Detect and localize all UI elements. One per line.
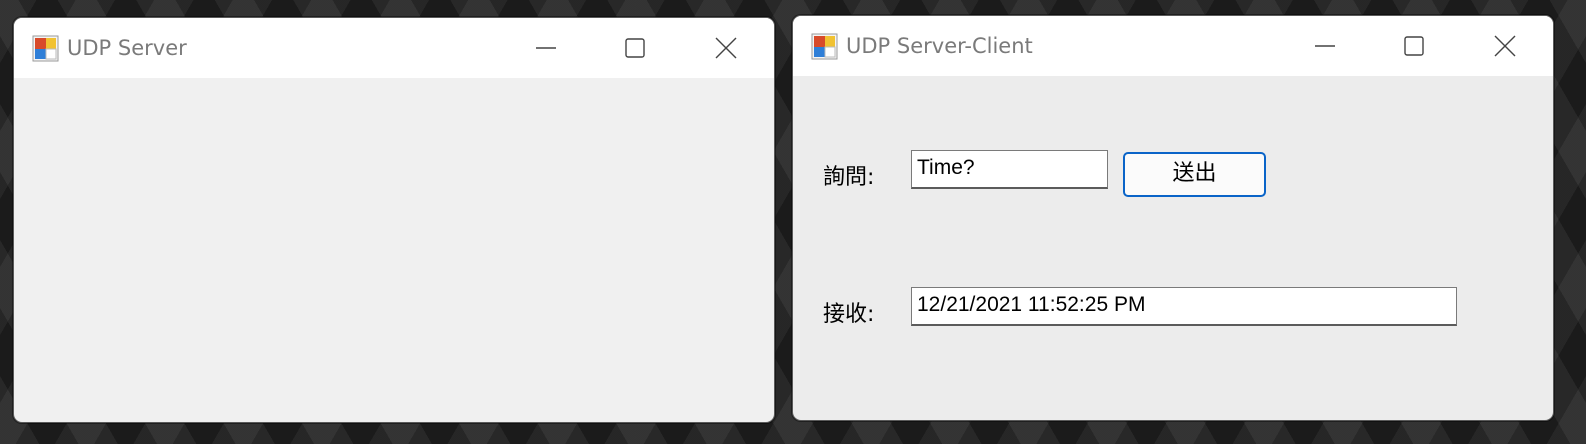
client-area: 詢問: Time? 送出 接收: 12/21/2021 11:52:25 PM bbox=[793, 76, 1553, 420]
titlebar[interactable]: UDP Server-Client bbox=[793, 16, 1553, 76]
client-area bbox=[14, 78, 774, 422]
minimize-icon bbox=[536, 47, 556, 49]
minimize-icon bbox=[1315, 45, 1335, 47]
window-title: UDP Server bbox=[67, 36, 187, 60]
close-button[interactable] bbox=[706, 30, 746, 66]
query-input[interactable]: Time? bbox=[911, 150, 1108, 189]
query-label: 詢問: bbox=[823, 165, 875, 190]
maximize-icon bbox=[1404, 36, 1424, 56]
send-button[interactable]: 送出 bbox=[1123, 152, 1266, 197]
app-icon[interactable] bbox=[32, 35, 59, 62]
udp-client-window: UDP Server-Client 詢問: Time? 送出 接收: 12/21… bbox=[792, 15, 1554, 421]
receive-output[interactable]: 12/21/2021 11:52:25 PM bbox=[911, 287, 1457, 326]
receive-label: 接收: bbox=[823, 302, 875, 327]
maximize-icon bbox=[625, 38, 645, 58]
window-title: UDP Server-Client bbox=[846, 34, 1033, 58]
maximize-button[interactable] bbox=[1394, 28, 1434, 64]
minimize-button[interactable] bbox=[1305, 28, 1345, 64]
close-icon bbox=[1494, 35, 1516, 57]
close-button[interactable] bbox=[1485, 28, 1525, 64]
udp-server-window: UDP Server bbox=[13, 17, 775, 423]
maximize-button[interactable] bbox=[615, 30, 655, 66]
titlebar[interactable]: UDP Server bbox=[14, 18, 774, 78]
minimize-button[interactable] bbox=[526, 30, 566, 66]
close-icon bbox=[715, 37, 737, 59]
app-icon[interactable] bbox=[811, 33, 838, 60]
